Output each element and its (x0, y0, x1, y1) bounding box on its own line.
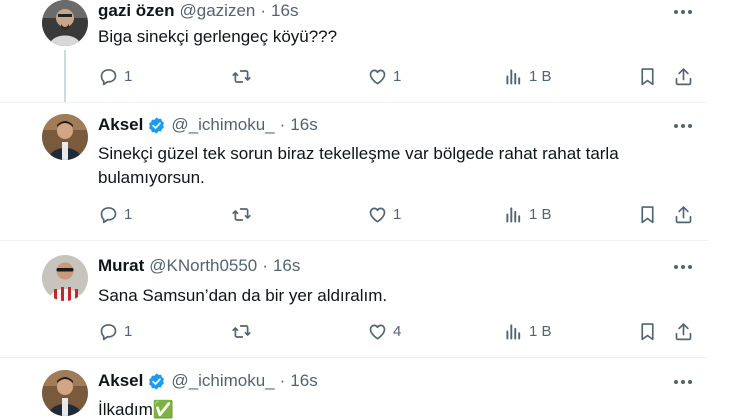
views-icon (506, 323, 521, 339)
like-count: 4 (393, 322, 402, 340)
timestamp[interactable]: 16s (290, 115, 317, 135)
bookmark-button[interactable] (637, 202, 658, 226)
tweet-header: Murat @KNorth0550 · 16s (98, 255, 300, 277)
user-handle[interactable]: @KNorth0550 (149, 256, 257, 276)
avatar[interactable] (42, 255, 88, 301)
share-icon (675, 205, 692, 223)
reply-button[interactable]: 1 (98, 202, 132, 226)
tweet-text: İlkadım✅ (98, 400, 174, 419)
retweet-button[interactable] (231, 202, 257, 226)
more-icon[interactable] (672, 371, 694, 393)
tweet-text: Sana Samsun’dan da bir yer aldıralım. (98, 286, 388, 305)
tweet-divider (0, 240, 708, 241)
reply-button[interactable]: 1 (98, 319, 132, 343)
share-button[interactable] (673, 319, 694, 343)
tweet-divider (0, 357, 708, 358)
more-icon[interactable] (672, 1, 694, 23)
views-icon (506, 206, 521, 222)
views-button[interactable]: 1 B (503, 202, 552, 226)
more-icon[interactable] (672, 115, 694, 137)
retweet-icon (232, 324, 251, 338)
heart-icon (369, 324, 386, 340)
retweet-icon (232, 69, 251, 83)
views-count: 1 B (529, 67, 552, 85)
views-count: 1 B (529, 205, 552, 223)
bookmark-button[interactable] (637, 319, 658, 343)
reply-count: 1 (124, 205, 133, 223)
tweet-text: Sinekçi güzel tek sorun biraz tekelleşme… (98, 144, 619, 187)
tweet-divider (0, 102, 708, 103)
user-handle[interactable]: @_ichimoku_ (171, 371, 274, 391)
display-name[interactable]: Aksel (98, 371, 143, 391)
bookmark-button[interactable] (637, 64, 658, 88)
verified-badge-icon (149, 116, 165, 134)
like-count: 1 (393, 205, 402, 223)
like-count: 1 (393, 67, 402, 85)
like-button[interactable]: 1 (367, 64, 401, 88)
separator-dot: · (262, 256, 268, 275)
reply-button[interactable]: 1 (98, 64, 132, 88)
share-icon (675, 67, 692, 85)
avatar[interactable] (42, 114, 88, 160)
tweet-header: gazi özen @gazizen · 16s (98, 0, 298, 22)
display-name[interactable]: Murat (98, 256, 144, 276)
views-count: 1 B (529, 322, 552, 340)
like-button[interactable]: 1 (367, 202, 401, 226)
views-button[interactable]: 1 B (503, 319, 552, 343)
timestamp[interactable]: 16s (290, 371, 317, 391)
avatar[interactable] (42, 370, 88, 416)
user-handle[interactable]: @_ichimoku_ (171, 115, 274, 135)
tweet-header: Aksel @_ichimoku_ · 16s (98, 114, 318, 136)
more-icon[interactable] (672, 256, 694, 278)
reply-icon (100, 323, 117, 340)
reply-count: 1 (124, 322, 133, 340)
share-icon (675, 322, 692, 340)
bookmark-icon (641, 205, 654, 223)
separator-dot: · (279, 115, 286, 134)
views-icon (506, 68, 521, 84)
reply-icon (100, 68, 117, 85)
verified-badge-icon (149, 372, 165, 390)
retweet-button[interactable] (231, 319, 257, 343)
share-button[interactable] (673, 202, 694, 226)
separator-dot: · (260, 1, 267, 20)
views-button[interactable]: 1 B (503, 64, 552, 88)
timestamp[interactable]: 16s (271, 1, 298, 21)
bookmark-icon (641, 322, 654, 340)
timestamp[interactable]: 16s (273, 256, 300, 276)
tweet-actions: 1 1 1 B (0, 64, 730, 88)
like-button[interactable]: 4 (367, 319, 401, 343)
tweet-actions: 1 1 1 B (0, 202, 730, 226)
bookmark-icon (641, 67, 654, 85)
tweet-header: Aksel @_ichimoku_ · 16s (98, 370, 318, 392)
reply-count: 1 (124, 67, 133, 85)
tweet-actions: 1 4 1 B (0, 319, 730, 343)
share-button[interactable] (673, 64, 694, 88)
retweet-button[interactable] (231, 64, 257, 88)
tweet-text: Biga sinekçi gerlengeç köyü??? (98, 27, 338, 46)
display-name[interactable]: Aksel (98, 115, 143, 135)
separator-dot: · (279, 371, 286, 390)
avatar[interactable] (42, 0, 88, 46)
retweet-icon (232, 207, 251, 221)
display-name[interactable]: gazi özen (98, 1, 175, 21)
heart-icon (369, 207, 386, 223)
reply-icon (100, 206, 117, 223)
user-handle[interactable]: @gazizen (180, 1, 256, 21)
heart-icon (369, 69, 386, 85)
